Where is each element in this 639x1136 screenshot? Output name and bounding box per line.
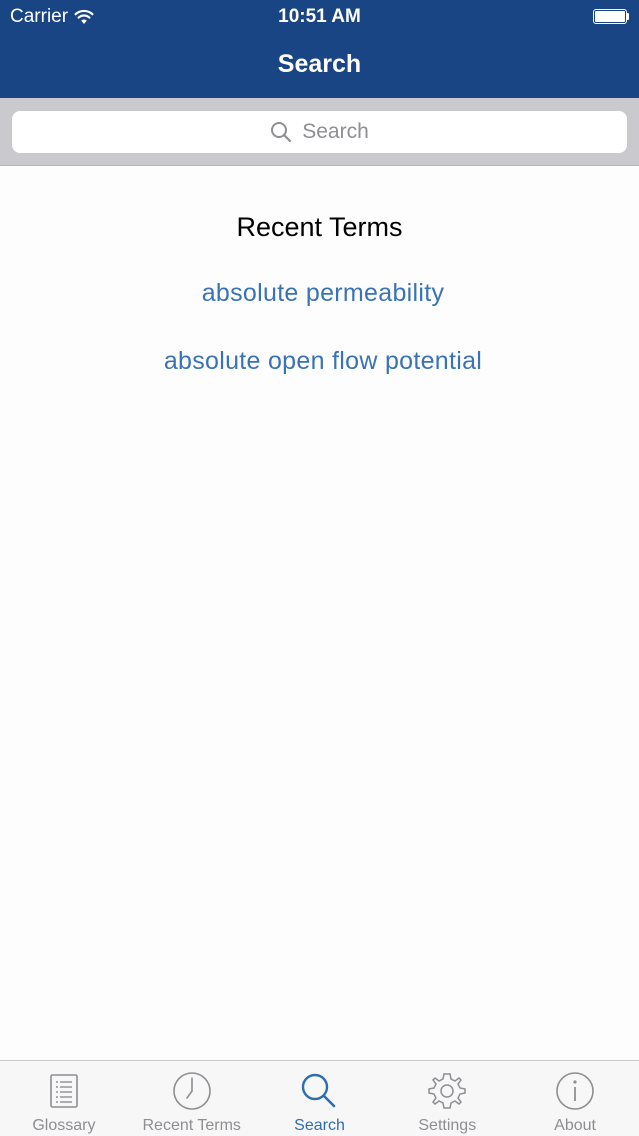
gear-icon: [426, 1070, 468, 1112]
tab-settings[interactable]: Settings: [383, 1061, 511, 1136]
search-bar: Search: [0, 98, 639, 166]
search-icon: [270, 121, 292, 143]
tab-recent-terms[interactable]: Recent Terms: [128, 1061, 256, 1136]
search-icon: [298, 1070, 340, 1112]
recent-term-link[interactable]: absolute open flow potential: [0, 347, 639, 376]
info-icon: [554, 1070, 596, 1112]
page-title: Search: [277, 50, 362, 78]
tab-label: Settings: [418, 1117, 477, 1134]
search-screen: Carrier 10:51 AM Search Search Recent Te…: [0, 0, 639, 1136]
header: Carrier 10:51 AM Search: [0, 0, 639, 98]
tab-label: Recent Terms: [142, 1117, 241, 1134]
tab-glossary[interactable]: Glossary: [0, 1061, 128, 1136]
tab-about[interactable]: About: [511, 1061, 639, 1136]
status-time: 10:51 AM: [278, 6, 361, 27]
clock-icon: [171, 1070, 213, 1112]
tab-label: Search: [294, 1117, 345, 1134]
tab-label: About: [554, 1117, 596, 1134]
tab-search[interactable]: Search: [256, 1061, 384, 1136]
search-input[interactable]: Search: [12, 111, 627, 153]
search-placeholder: Search: [302, 120, 369, 143]
recent-term-link[interactable]: absolute permeability: [0, 279, 639, 308]
recent-terms-heading: Recent Terms: [236, 212, 403, 242]
tab-bar: Glossary Recent Terms Search Settings Ab…: [0, 1060, 639, 1136]
status-bar: Carrier 10:51 AM: [0, 0, 639, 34]
battery-icon: [593, 9, 629, 24]
list-icon: [43, 1070, 85, 1112]
tab-label: Glossary: [32, 1117, 96, 1134]
